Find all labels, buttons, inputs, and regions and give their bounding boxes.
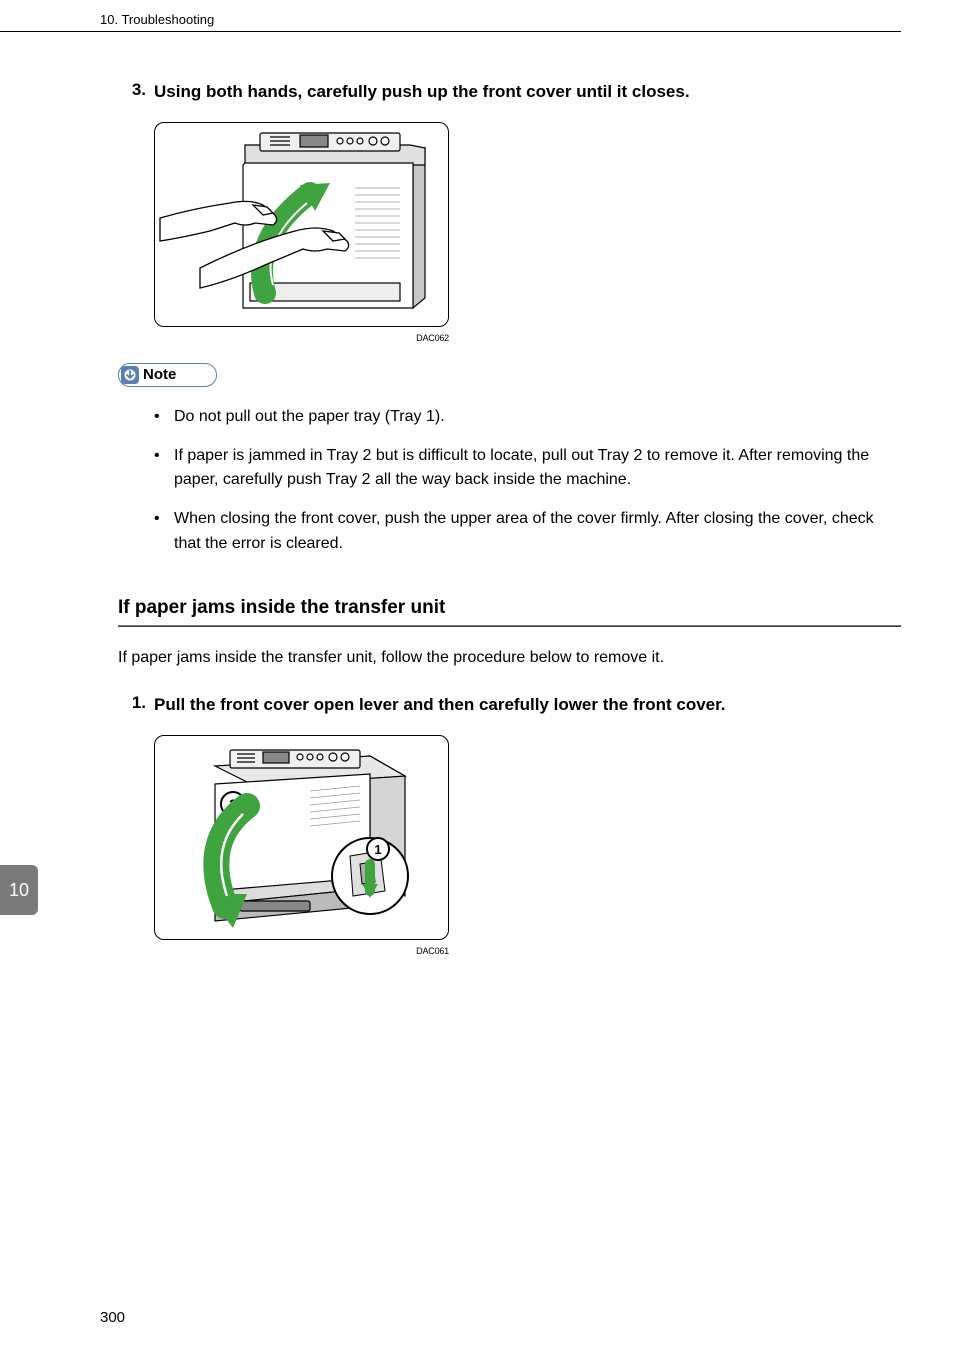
bullet-icon: • — [154, 444, 174, 494]
step-text: Pull the front cover open lever and then… — [154, 693, 901, 717]
bullet-text: When closing the front cover, push the u… — [174, 507, 901, 557]
chapter-title: 10. Troubleshooting — [100, 12, 214, 27]
section-rule — [118, 625, 901, 627]
callout-1-label: 1 — [374, 842, 381, 857]
illustration-1-wrap: 1 2 — [154, 735, 901, 940]
note-tag: Note — [118, 363, 217, 387]
bullet-icon: • — [154, 507, 174, 557]
image-code-1: DAC061 — [154, 946, 449, 956]
list-item: • If paper is jammed in Tray 2 but is di… — [154, 444, 901, 494]
note-arrow-icon — [121, 366, 139, 384]
page-content: 3. Using both hands, carefully push up t… — [0, 32, 959, 956]
step-3: 3. Using both hands, carefully push up t… — [118, 80, 901, 104]
section-intro: If paper jams inside the transfer unit, … — [118, 647, 901, 669]
chapter-tab: 10 — [0, 865, 38, 915]
bullet-text: Do not pull out the paper tray (Tray 1). — [174, 405, 901, 430]
note-label: Note — [143, 366, 176, 383]
step-text: Using both hands, carefully push up the … — [154, 80, 901, 104]
illustration-open-cover: 1 2 — [154, 735, 449, 940]
image-code-3: DAC062 — [154, 333, 449, 343]
page-header: 10. Troubleshooting — [0, 0, 901, 32]
page-number: 300 — [100, 1309, 125, 1326]
step-1: 1. Pull the front cover open lever and t… — [118, 693, 901, 717]
section-heading: If paper jams inside the transfer unit — [118, 597, 901, 619]
note-list: • Do not pull out the paper tray (Tray 1… — [154, 405, 901, 557]
list-item: • When closing the front cover, push the… — [154, 507, 901, 557]
step-number: 3. — [118, 80, 154, 104]
bullet-icon: • — [154, 405, 174, 430]
bullet-text: If paper is jammed in Tray 2 but is diff… — [174, 444, 901, 494]
illustration-close-cover — [154, 122, 449, 327]
illustration-3-wrap — [154, 122, 901, 327]
chapter-tab-number: 10 — [9, 880, 29, 901]
list-item: • Do not pull out the paper tray (Tray 1… — [154, 405, 901, 430]
step-number: 1. — [118, 693, 154, 717]
